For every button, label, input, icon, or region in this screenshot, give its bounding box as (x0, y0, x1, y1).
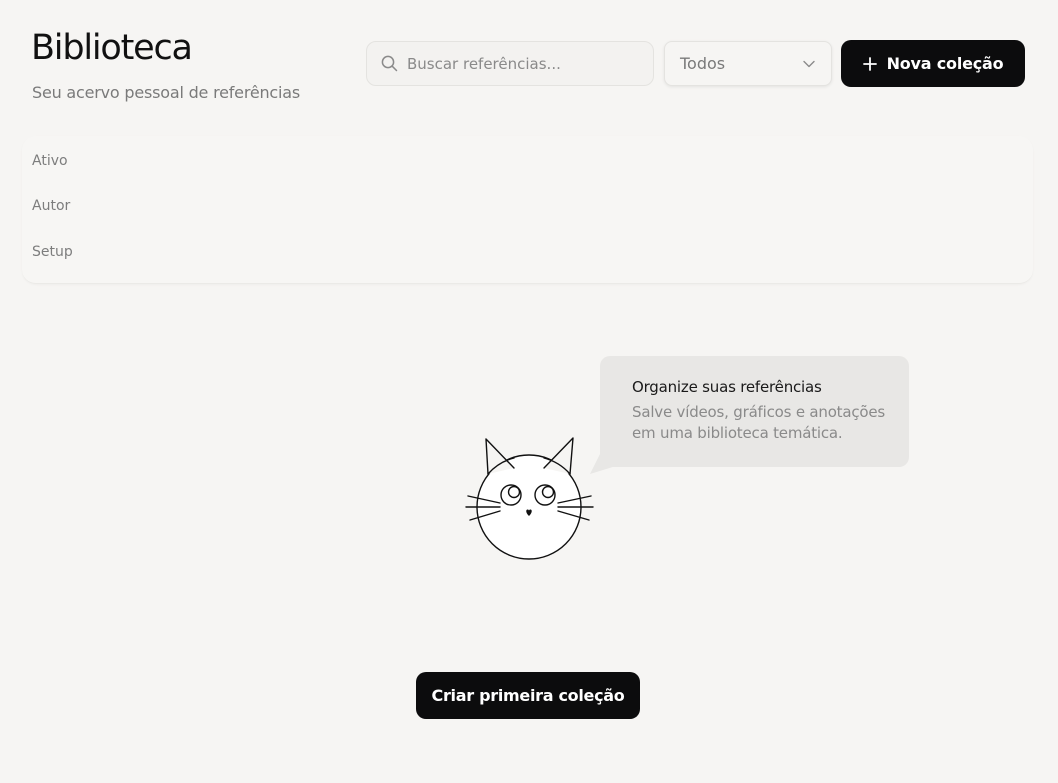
page-title: Biblioteca (31, 28, 193, 68)
cat-illustration (465, 437, 594, 560)
filter-selected-value: Todos (680, 54, 726, 73)
bubble-line-2: em uma biblioteca temática. (632, 424, 843, 442)
chevron-down-icon (803, 60, 815, 67)
plus-icon (862, 56, 877, 71)
bubble-title: Organize suas referências (632, 378, 822, 396)
create-first-collection-label: Criar primeira coleção (431, 686, 625, 705)
create-first-collection-button[interactable]: Criar primeira coleção (416, 672, 640, 719)
speech-bubble: Organize suas referências Salve vídeos, … (600, 356, 909, 467)
meta-row-autor: Autor (32, 198, 71, 214)
search-icon (381, 55, 398, 72)
meta-row-ativo: Ativo (32, 153, 68, 169)
meta-row-setup: Setup (32, 244, 73, 260)
library-page: Biblioteca Seu acervo pessoal de referên… (0, 0, 1058, 783)
bubble-line-1: Salve vídeos, gráficos e anotações (632, 403, 886, 421)
filter-select[interactable]: Todos (664, 41, 832, 86)
meta-panel: Ativo Autor Setup (22, 136, 1033, 284)
search-box[interactable] (366, 41, 654, 86)
search-input[interactable] (407, 54, 637, 73)
page-subtitle: Seu acervo pessoal de referências (32, 83, 301, 102)
new-collection-button[interactable]: Nova coleção (841, 40, 1025, 87)
new-collection-label: Nova coleção (886, 54, 1004, 73)
